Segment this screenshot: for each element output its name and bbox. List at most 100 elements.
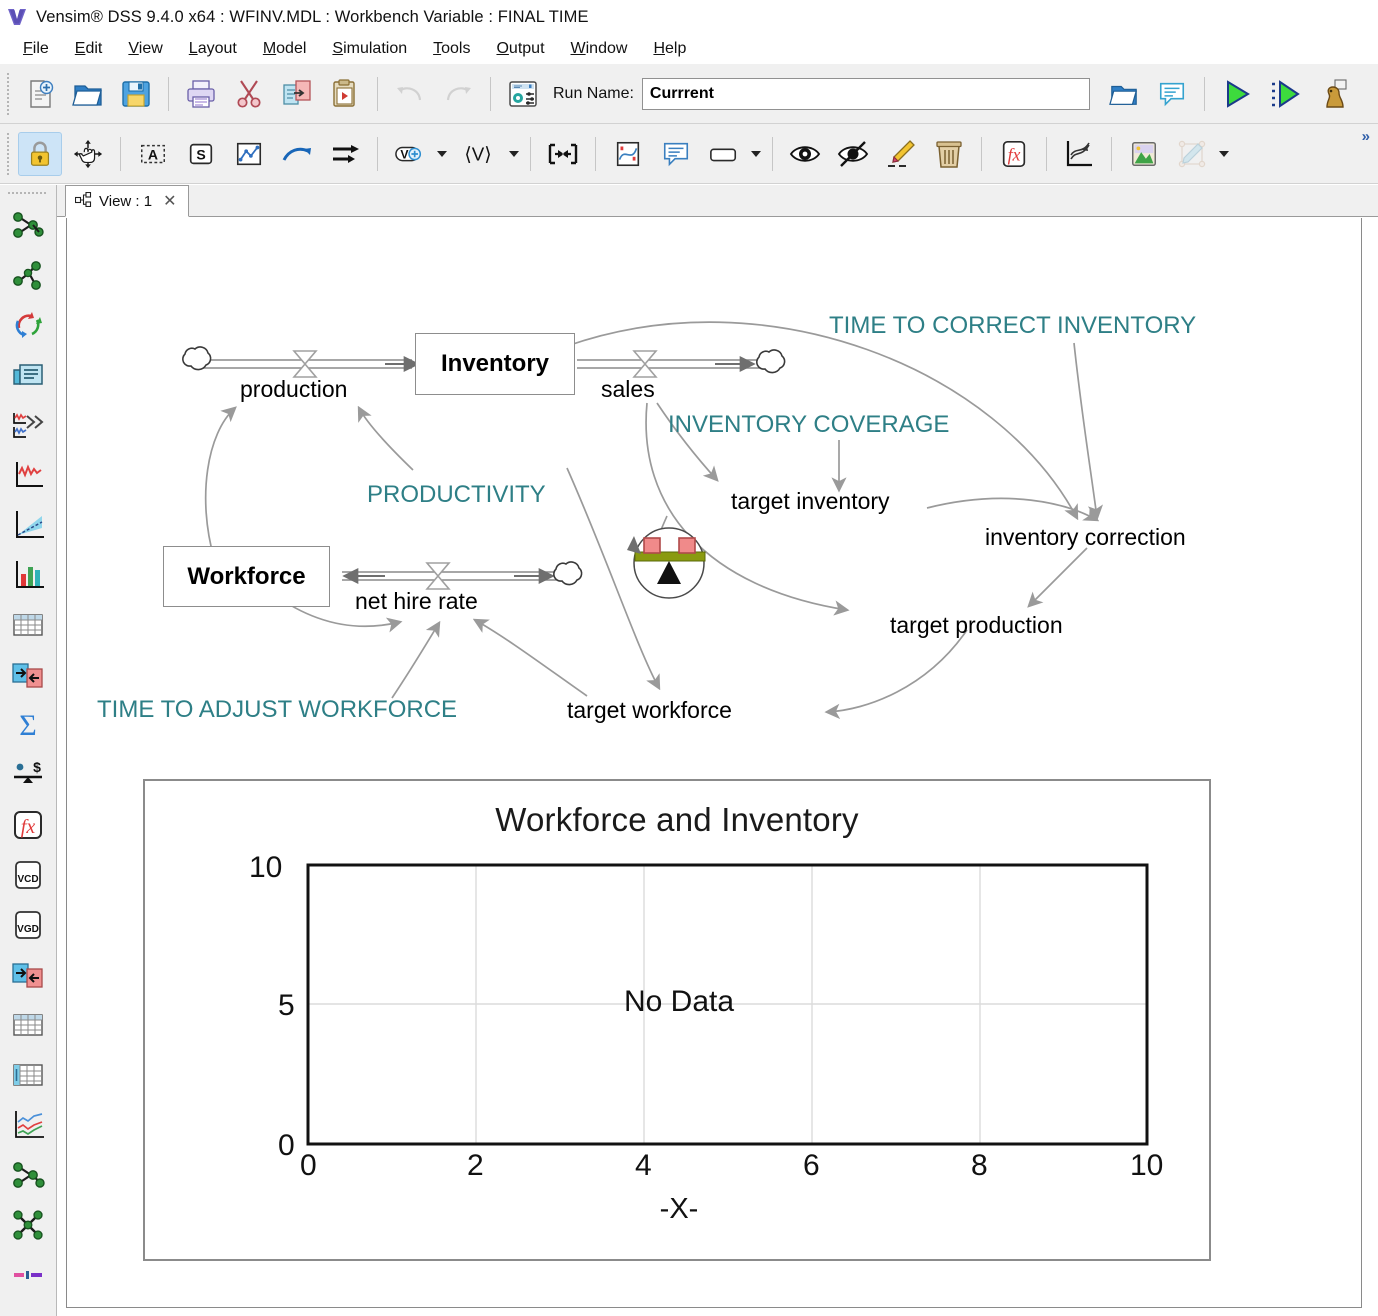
loops-icon[interactable] (4, 300, 52, 350)
open-model-icon[interactable] (66, 72, 110, 116)
stock-workforce[interactable]: Workforce (163, 546, 330, 607)
uses-tree-icon[interactable] (4, 250, 52, 300)
stock-workforce-label: Workforce (187, 562, 306, 590)
show-icon[interactable] (783, 132, 827, 176)
paste-icon[interactable] (323, 72, 367, 116)
merge-icon[interactable] (541, 132, 585, 176)
causes-strip-icon[interactable] (4, 400, 52, 450)
run-simulation-icon[interactable] (1215, 72, 1259, 116)
toolbar-grip[interactable] (3, 72, 13, 115)
menu-help[interactable]: Help (640, 38, 699, 60)
open-run-icon[interactable] (1102, 72, 1146, 116)
image-icon[interactable] (1122, 132, 1166, 176)
output-graph-panel[interactable]: Workforce and Inventory 10 5 0 0 2 4 6 8… (143, 779, 1211, 1261)
runs-compare-icon[interactable] (4, 650, 52, 700)
tab-view-1[interactable]: View : 1 ✕ (65, 185, 189, 217)
chevron-down-icon[interactable] (1216, 132, 1232, 176)
rate-tool-icon[interactable] (227, 132, 271, 176)
multi-line-graph-icon[interactable] (4, 1100, 52, 1150)
move-size-icon[interactable] (66, 132, 110, 176)
flow-sales-label[interactable]: sales (601, 376, 655, 403)
sensitivity-graph-icon[interactable] (4, 500, 52, 550)
table-icon[interactable] (4, 600, 52, 650)
menu-tools[interactable]: Tools (420, 38, 483, 60)
table-grid-icon[interactable] (4, 1000, 52, 1050)
chevron-down-icon[interactable] (434, 132, 450, 176)
menu-simulation[interactable]: Simulation (319, 38, 420, 60)
undo-icon[interactable] (388, 72, 432, 116)
delete-icon[interactable] (927, 132, 971, 176)
shadow-variable-icon[interactable]: ⟨V⟩ (452, 132, 504, 176)
sidebar-grip[interactable] (8, 189, 48, 198)
vgd-icon[interactable]: VGD (4, 900, 52, 950)
function-icon[interactable]: fx (4, 800, 52, 850)
game-mode-icon[interactable] (1311, 72, 1355, 116)
sketch-graph-icon[interactable] (606, 132, 650, 176)
link-productivity-to-production (357, 405, 414, 471)
save-model-icon[interactable] (114, 72, 158, 116)
aux-target-production-label[interactable]: target production (890, 612, 1063, 639)
run-synthesim-icon[interactable] (1263, 72, 1307, 116)
model-sketch-canvas[interactable]: Inventory Workforce production sales net… (66, 218, 1362, 1308)
close-icon[interactable]: ✕ (163, 191, 176, 211)
menu-window[interactable]: Window (558, 38, 641, 60)
const-inventory-coverage-label[interactable]: INVENTORY COVERAGE (668, 411, 949, 439)
menu-model[interactable]: Model (250, 38, 320, 60)
paint-icon[interactable] (879, 132, 923, 176)
const-time-to-adjust-workforce-label[interactable]: TIME TO ADJUST WORKFORCE (97, 696, 457, 724)
toolbar-grip[interactable] (3, 132, 13, 175)
rectangle-icon[interactable] (702, 132, 746, 176)
chevron-down-icon[interactable] (748, 132, 764, 176)
sketch-edit-icon[interactable] (1170, 132, 1214, 176)
menu-edit[interactable]: Edit (62, 38, 116, 60)
flow-net-hire-rate-label[interactable]: net hire rate (355, 588, 478, 615)
aux-target-inventory-label[interactable]: target inventory (731, 488, 890, 515)
color-bar-icon[interactable] (4, 1250, 52, 1300)
stock-inventory[interactable]: Inventory (415, 333, 575, 395)
run-name-input[interactable] (641, 77, 1090, 110)
vcd-icon[interactable]: VCD (4, 850, 52, 900)
menu-view[interactable]: View (115, 38, 175, 60)
reference-mode-icon[interactable] (1057, 132, 1101, 176)
units-check-icon[interactable]: $ (4, 750, 52, 800)
chevron-down-icon[interactable] (506, 132, 522, 176)
tab-label: View : 1 (99, 192, 153, 210)
print-icon[interactable] (179, 72, 223, 116)
hide-icon[interactable] (831, 132, 875, 176)
menu-output[interactable]: Output (483, 38, 557, 60)
sum-icon[interactable]: Σ (4, 700, 52, 750)
arrow-tool-icon[interactable] (275, 132, 319, 176)
cut-icon[interactable] (227, 72, 271, 116)
new-model-icon[interactable] (18, 72, 62, 116)
link-ttci-to-inventory-correction (1073, 342, 1104, 521)
menu-layout[interactable]: Layout (176, 38, 250, 60)
toolbar-overflow-button[interactable]: » (1362, 128, 1370, 145)
const-time-to-correct-inventory-label[interactable]: TIME TO CORRECT INVENTORY (829, 312, 1196, 340)
loops-tree-icon[interactable] (4, 1200, 52, 1250)
menu-file[interactable]: File (10, 38, 62, 60)
compare-runs-icon[interactable] (4, 950, 52, 1000)
flow-production-label[interactable]: production (240, 376, 347, 403)
comment-icon[interactable] (654, 132, 698, 176)
document-icon[interactable] (4, 350, 52, 400)
redo-icon[interactable] (436, 72, 480, 116)
stock-tool-icon[interactable]: S (179, 132, 223, 176)
simulation-setup-icon[interactable] (501, 72, 545, 116)
table-bars-icon[interactable] (4, 1050, 52, 1100)
copy-icon[interactable] (275, 72, 319, 116)
equations-icon[interactable]: fx (992, 132, 1036, 176)
const-productivity-label[interactable]: PRODUCTIVITY (367, 481, 546, 509)
lock-icon[interactable] (18, 131, 62, 176)
graph-icon[interactable] (4, 450, 52, 500)
add-variable-icon[interactable]: V (388, 132, 432, 176)
aux-target-workforce-label[interactable]: target workforce (567, 697, 732, 724)
causes-tree-icon[interactable] (4, 200, 52, 250)
link-target-workforce-to-net-hire-rate (472, 618, 588, 697)
variable-tool-icon[interactable]: A (131, 132, 175, 176)
run-comment-icon[interactable] (1150, 72, 1194, 116)
shadow-tool-icon[interactable] (323, 132, 367, 176)
causes-tree2-icon[interactable] (4, 1150, 52, 1200)
bar-graph-icon[interactable] (4, 550, 52, 600)
aux-inventory-correction-label[interactable]: inventory correction (985, 524, 1186, 551)
toolbar-separator (1203, 76, 1205, 111)
